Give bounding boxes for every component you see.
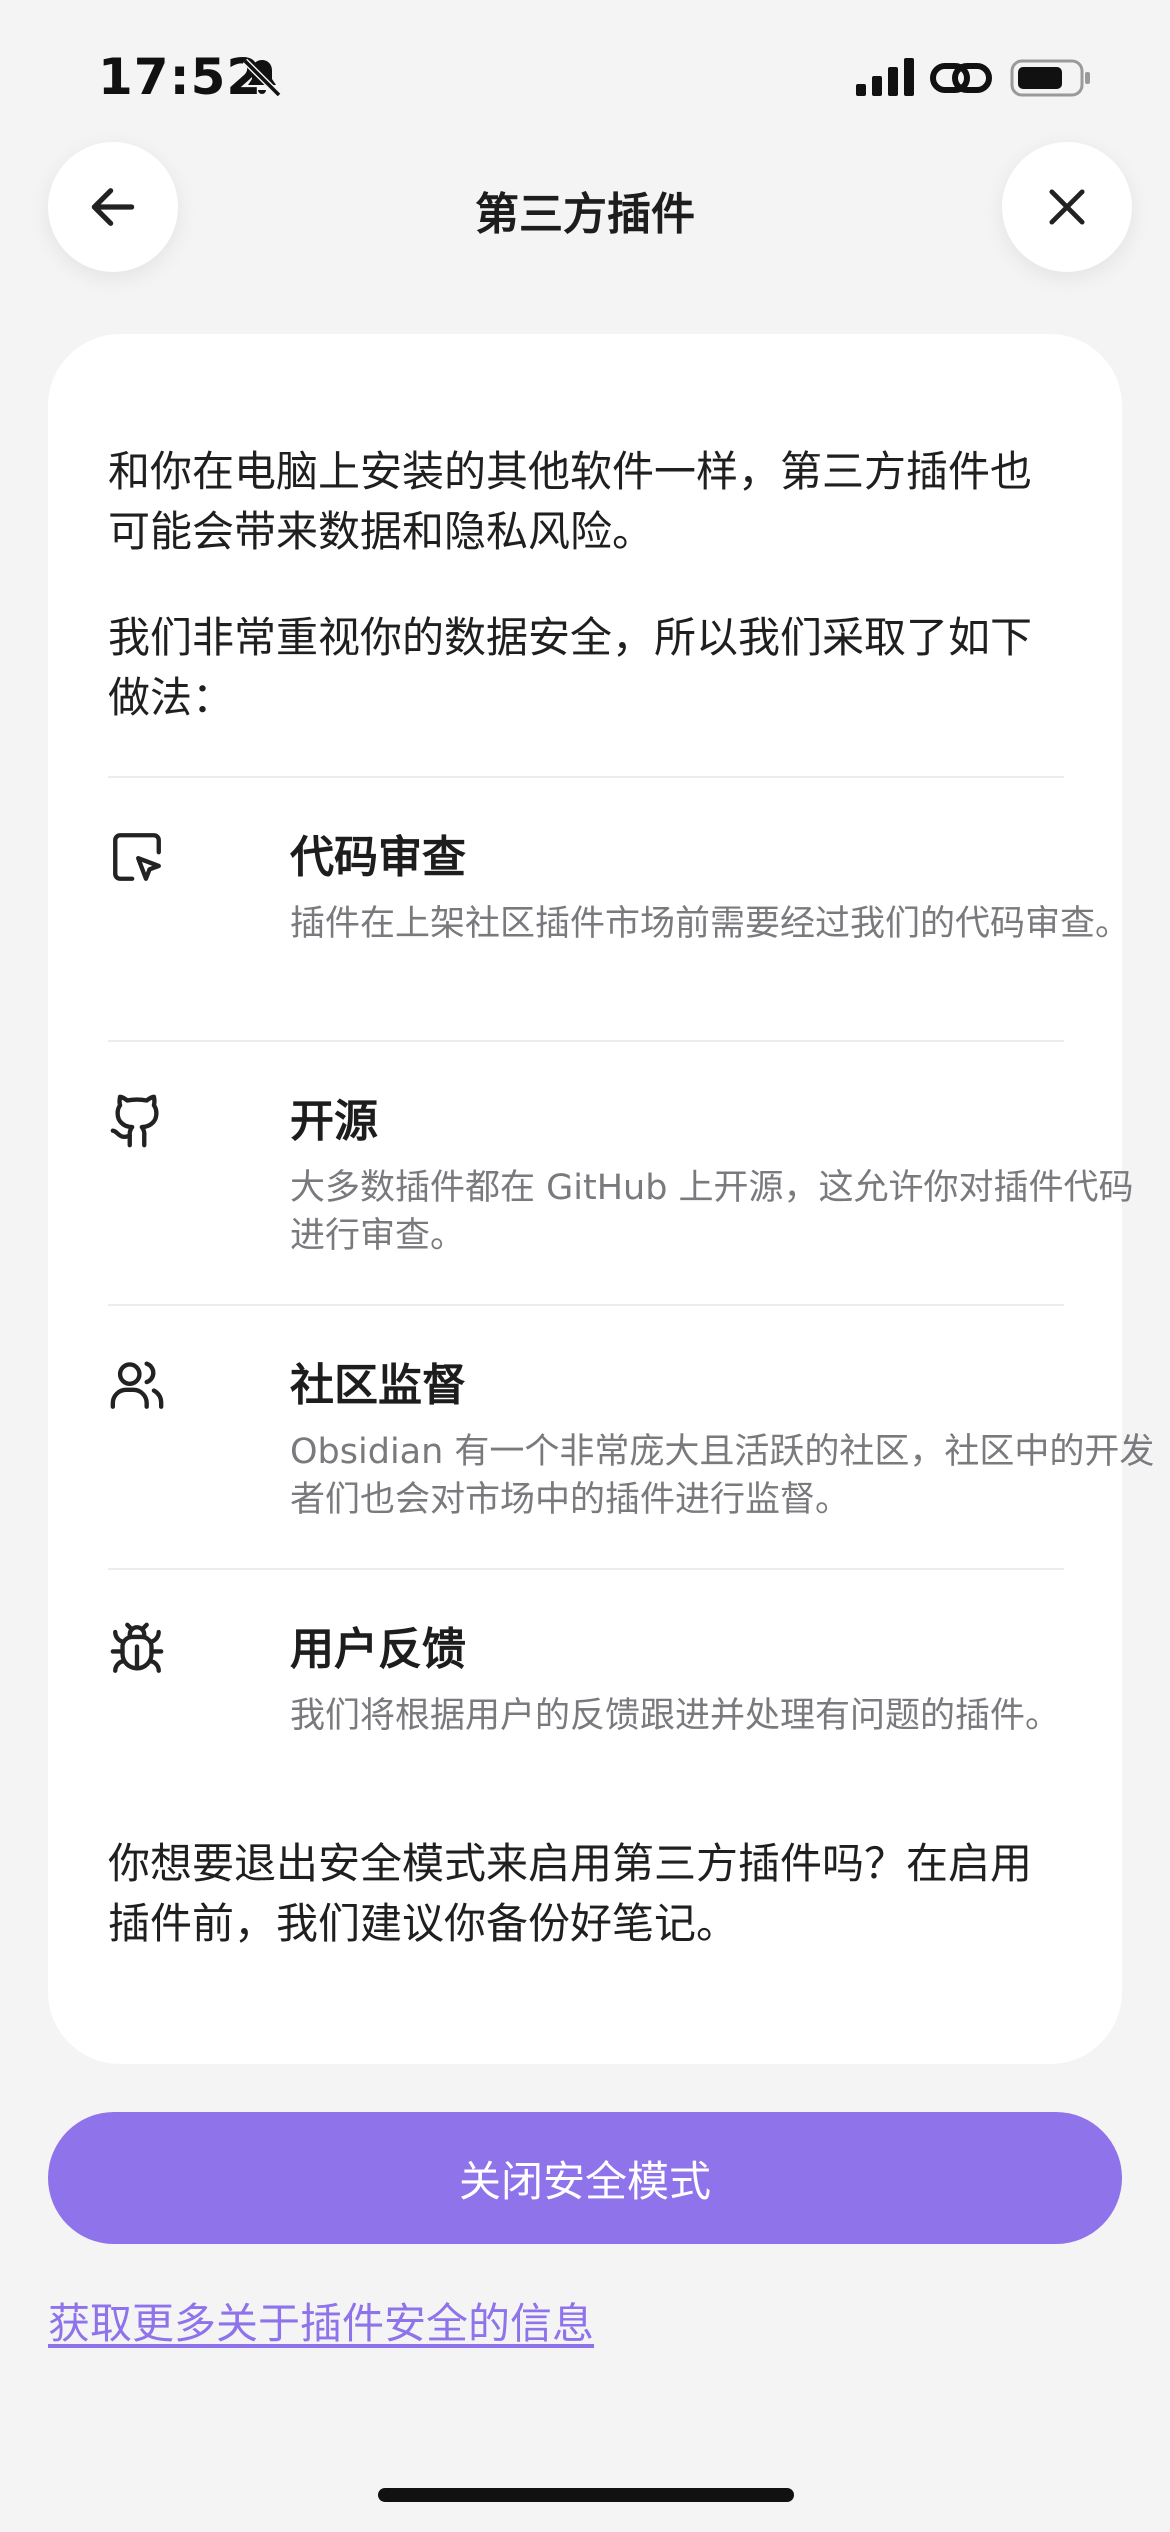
feature-title: 社区监督	[290, 1360, 466, 1411]
more-info-link[interactable]: 获取更多关于插件安全的信息	[48, 2290, 594, 2351]
github-icon	[110, 1094, 159, 1148]
divider	[108, 1304, 1064, 1306]
intro-paragraph-1: 和你在电脑上安装的其他软件一样，第三方插件也可能会带来数据和隐私风险。	[108, 447, 1033, 556]
feature-code-review: 代码审查 插件在上架社区插件市场前需要经过我们的代码审查。	[108, 828, 1130, 1028]
close-icon	[1049, 189, 1085, 225]
outro-paragraph: 你想要退出安全模式来启用第三方插件吗？在启用插件前，我们建议你备份好笔记。	[108, 1839, 1033, 1948]
feature-community-review: 社区监督 Obsidian 有一个非常庞大且活跃的社区，社区中的开发者们也会对市…	[108, 1356, 1154, 1556]
home-indicator[interactable]	[378, 2488, 794, 2502]
feature-title: 代码审查	[290, 832, 466, 883]
divider	[108, 1568, 1064, 1570]
feature-description: Obsidian 有一个非常庞大且活跃的社区，社区中的开发者们也会对市场中的插件…	[290, 1432, 1155, 1520]
link-icon	[930, 63, 992, 93]
turn-off-safe-mode-button[interactable]: 关闭安全模式	[48, 2112, 1122, 2244]
feature-description: 插件在上架社区插件市场前需要经过我们的代码审查。	[290, 904, 1131, 944]
battery-icon	[1010, 59, 1090, 97]
page-title: 第三方插件	[475, 189, 695, 240]
divider	[108, 776, 1064, 778]
bell-slash-icon	[242, 58, 282, 98]
feature-open-source: 开源 大多数插件都在 GitHub 上开源，这允许你对插件代码进行审查。	[108, 1092, 1134, 1292]
feature-user-feedback: 用户反馈 我们将根据用户的反馈跟进并处理有问题的插件。	[108, 1620, 1068, 1820]
safe-mode-screen: 17:52 第三方插件 和你在电脑上安装的其他软件一样，第三方插件也可能会带来数…	[0, 0, 1170, 2532]
close-button[interactable]	[1002, 142, 1132, 272]
users-icon	[110, 1361, 164, 1409]
status-bar: 17:52	[0, 0, 1170, 140]
feature-description: 大多数插件都在 GitHub 上开源，这允许你对插件代码进行审查。	[290, 1168, 1134, 1256]
divider	[108, 1040, 1064, 1042]
bug-icon	[110, 1622, 164, 1673]
feature-title: 开源	[290, 1096, 378, 1147]
signal-icon	[856, 58, 914, 96]
code-review-cursor-icon	[113, 833, 161, 881]
intro-paragraph-2: 我们非常重视你的数据安全，所以我们采取了如下做法：	[108, 613, 1033, 722]
feature-description: 我们将根据用户的反馈跟进并处理有问题的插件。	[290, 1696, 1061, 1736]
info-card: 和你在电脑上安装的其他软件一样，第三方插件也可能会带来数据和隐私风险。 我们非常…	[48, 334, 1154, 2064]
feature-title: 用户反馈	[290, 1624, 466, 1675]
